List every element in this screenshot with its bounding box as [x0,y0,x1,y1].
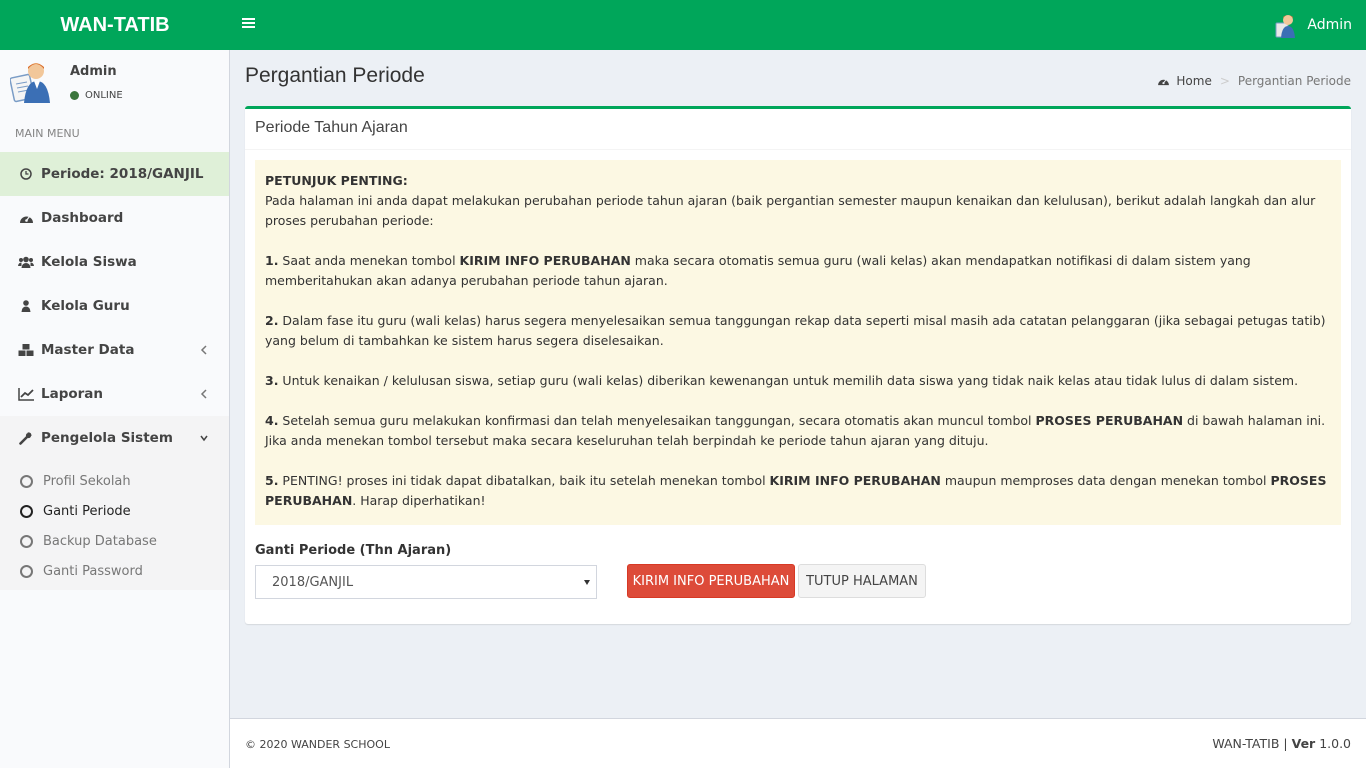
callout-step-5: 5. PENTING! proses ini tidak dapat dibat… [265,473,1327,508]
footer-version: WAN-TATIB | Ver 1.0.0 [1212,736,1351,751]
circle-icon [20,534,33,548]
avatar [10,63,50,103]
submenu-item-label: Backup Database [43,533,157,549]
app-logo[interactable]: WAN-TATIB [0,0,230,50]
circle-icon [20,564,33,578]
box-divider [245,149,1351,150]
breadcrumb-current: Pergantian Periode [1237,74,1351,88]
callout-step-2: 2. Dalam fase itu guru (wali kelas) haru… [265,313,1326,348]
sidebar-item-label: Periode: 2018/GANJIL [41,166,204,182]
status-label: ONLINE [85,90,123,101]
user-name: Admin [1307,17,1352,33]
kirim-info-button[interactable]: KIRIM INFO PERUBAHAN [627,564,795,598]
box-title: Periode Tahun Ajaran [255,119,408,136]
menu-header: MAIN MENU [15,127,80,140]
sidebar-item-laporan[interactable]: Laporan [0,372,229,416]
breadcrumb-home-label: Home [1176,74,1212,88]
footer: © 2020 WANDER SCHOOL WAN-TATIB | Ver 1.0… [230,718,1366,768]
callout-step-1: 1. Saat anda menekan tombol KIRIM INFO P… [265,253,1251,288]
caret-down-icon [584,580,590,585]
submenu-item-ganti-password[interactable]: Ganti Password [0,556,229,586]
callout-step-3: 3. Untuk kenaikan / kelulusan siswa, set… [265,373,1299,388]
user-panel: Admin ONLINE [0,50,229,116]
submenu-item-label: Profil Sekolah [43,473,131,489]
chevron-down-icon [200,435,208,442]
breadcrumb-separator: > [1219,74,1230,88]
periode-select[interactable]: 2018/GANJIL [255,565,597,599]
sidebar-toggle-icon[interactable] [242,15,260,35]
submenu-item-ganti-periode[interactable]: Ganti Periode [0,496,229,526]
chevron-left-icon [200,389,207,399]
breadcrumb: Home > Pergantian Periode [1157,74,1351,88]
callout-step-4: 4. Setelah semua guru melakukan konfirma… [265,413,1326,448]
sidebar-item-label: Kelola Siswa [41,254,137,270]
sidebar-item-kelola-siswa[interactable]: Kelola Siswa [0,240,229,284]
page-title: Pergantian Periode [245,64,425,87]
status-dot-icon [70,91,79,100]
cubes-icon [18,342,34,358]
submenu-item-backup-database[interactable]: Backup Database [0,526,229,556]
periode-select-label: Ganti Periode (Thn Ajaran) [255,543,452,558]
user-menu[interactable]: Admin [1273,0,1352,50]
periode-select-value: 2018/GANJIL [272,574,354,590]
callout-intro: Pada halaman ini anda dapat melakukan pe… [265,193,1316,228]
submenu-item-profil-sekolah[interactable]: Profil Sekolah [0,466,229,496]
users-icon [18,254,34,270]
user-icon [18,298,34,314]
sidebar-item-label: Dashboard [41,210,124,226]
sidebar-item-label: Laporan [41,386,104,402]
chevron-left-icon [200,345,207,355]
wrench-icon [18,430,34,446]
callout-heading: PETUNJUK PENTING: [265,173,408,188]
line-chart-icon [18,386,34,402]
top-navbar: WAN-TATIB Admin [0,0,1366,50]
sidebar-item-pengelola-sistem[interactable]: Pengelola Sistem [0,416,229,460]
instructions-callout: PETUNJUK PENTING: Pada halaman ini anda … [255,160,1341,525]
sidebar: Admin ONLINE MAIN MENU Periode: 2018/GAN… [0,50,230,768]
footer-copyright: © 2020 WANDER SCHOOL [245,738,390,751]
sidebar-user-name: Admin [70,64,117,79]
sidebar-item-kelola-guru[interactable]: Kelola Guru [0,284,229,328]
submenu-item-label: Ganti Password [43,563,143,579]
sidebar-item-master-data[interactable]: Master Data [0,328,229,372]
breadcrumb-home[interactable]: Home [1157,74,1212,88]
clock-icon [18,166,34,182]
submenu-item-label: Ganti Periode [43,503,131,519]
tutup-halaman-button[interactable]: TUTUP HALAMAN [798,564,926,598]
sidebar-item-dashboard[interactable]: Dashboard [0,196,229,240]
circle-icon [20,504,33,518]
avatar [1275,15,1296,38]
dashboard-icon [18,210,34,226]
periode-box: Periode Tahun Ajaran PETUNJUK PENTING: P… [245,106,1351,624]
circle-icon [20,474,33,488]
sidebar-item-label: Master Data [41,342,135,358]
sidebar-item-label: Pengelola Sistem [41,430,173,446]
sidebar-menu: Periode: 2018/GANJIL Dashboard Kelola Si… [0,152,229,590]
sidebar-item-periode[interactable]: Periode: 2018/GANJIL [0,152,229,196]
online-status: ONLINE [70,90,123,101]
dashboard-icon [1158,79,1170,86]
sidebar-item-label: Kelola Guru [41,298,130,314]
submenu-pengelola-sistem: Profil Sekolah Ganti Periode Backup Data… [0,460,229,590]
